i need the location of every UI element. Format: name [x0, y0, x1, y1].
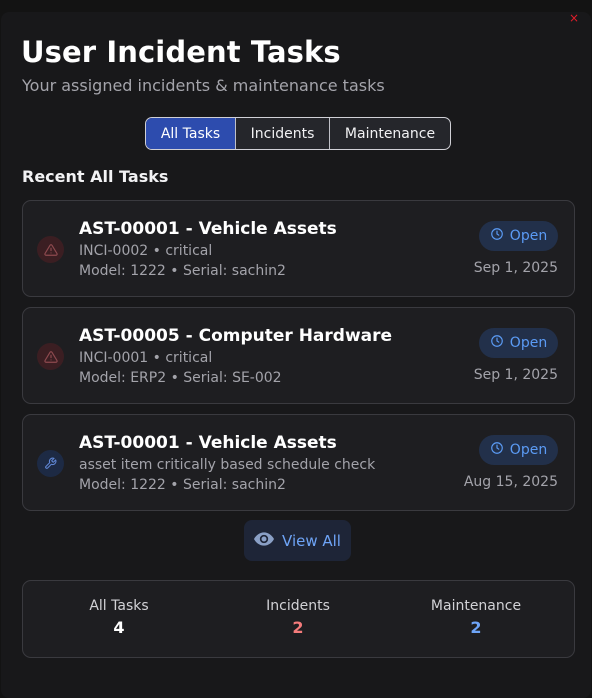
task-date: Sep 1, 2025 [473, 260, 558, 276]
status-label: Open [509, 335, 548, 351]
view-all-label: View All [282, 531, 341, 550]
app-root: × User Incident Tasks Your assigned inci… [0, 0, 592, 698]
task-date: Sep 1, 2025 [473, 367, 558, 383]
task-detail: INCI-0002 • critical [79, 243, 213, 259]
task-model-serial: Model: ERP2 • Serial: SE-002 [79, 370, 282, 386]
close-icon[interactable]: × [567, 12, 581, 26]
summary-panel: All Tasks 4 Incidents 2 Maintenance 2 [22, 580, 575, 658]
stat-label: Maintenance [430, 598, 522, 614]
warning-icon [37, 343, 64, 370]
task-card[interactable]: AST-00001 - Vehicle Assets asset item cr… [22, 414, 575, 511]
task-title: AST-00005 - Computer Hardware [79, 326, 393, 346]
task-model-serial: Model: 1222 • Serial: sachin2 [79, 263, 286, 279]
page-title: User Incident Tasks [21, 35, 341, 69]
stat-value: 4 [113, 618, 125, 637]
tab-all-tasks[interactable]: All Tasks [146, 118, 236, 149]
summary-all-tasks: All Tasks 4 [29, 598, 209, 637]
wrench-icon [37, 450, 64, 477]
clock-icon [490, 227, 504, 245]
section-title: Recent All Tasks [22, 167, 169, 186]
page-subtitle: Your assigned incidents & maintenance ta… [22, 76, 385, 95]
stat-label: Incidents [266, 598, 330, 614]
tab-incidents[interactable]: Incidents [236, 118, 330, 149]
task-date: Aug 15, 2025 [463, 474, 558, 490]
view-all-button[interactable]: View All [244, 520, 351, 561]
clock-icon [490, 441, 504, 459]
task-filter-tabs: All Tasks Incidents Maintenance [145, 117, 451, 150]
summary-maintenance: Maintenance 2 [386, 598, 566, 637]
task-title: AST-00001 - Vehicle Assets [79, 219, 337, 239]
summary-incidents: Incidents 2 [208, 598, 388, 637]
task-detail: INCI-0001 • critical [79, 350, 213, 366]
status-label: Open [509, 442, 548, 458]
status-badge: Open [479, 435, 558, 465]
eye-icon [254, 531, 275, 550]
task-card[interactable]: AST-00005 - Computer Hardware INCI-0001 … [22, 307, 575, 404]
status-badge: Open [479, 328, 558, 358]
tab-maintenance[interactable]: Maintenance [330, 118, 450, 149]
status-label: Open [509, 228, 548, 244]
status-badge: Open [479, 221, 558, 251]
task-detail: asset item critically based schedule che… [79, 457, 376, 473]
clock-icon [490, 334, 504, 352]
stat-label: All Tasks [89, 598, 149, 614]
task-card[interactable]: AST-00001 - Vehicle Assets INCI-0002 • c… [22, 200, 575, 297]
stat-value: 2 [292, 618, 304, 637]
task-model-serial: Model: 1222 • Serial: sachin2 [79, 477, 286, 493]
stat-value: 2 [470, 618, 482, 637]
task-title: AST-00001 - Vehicle Assets [79, 433, 337, 453]
warning-icon [37, 236, 64, 263]
